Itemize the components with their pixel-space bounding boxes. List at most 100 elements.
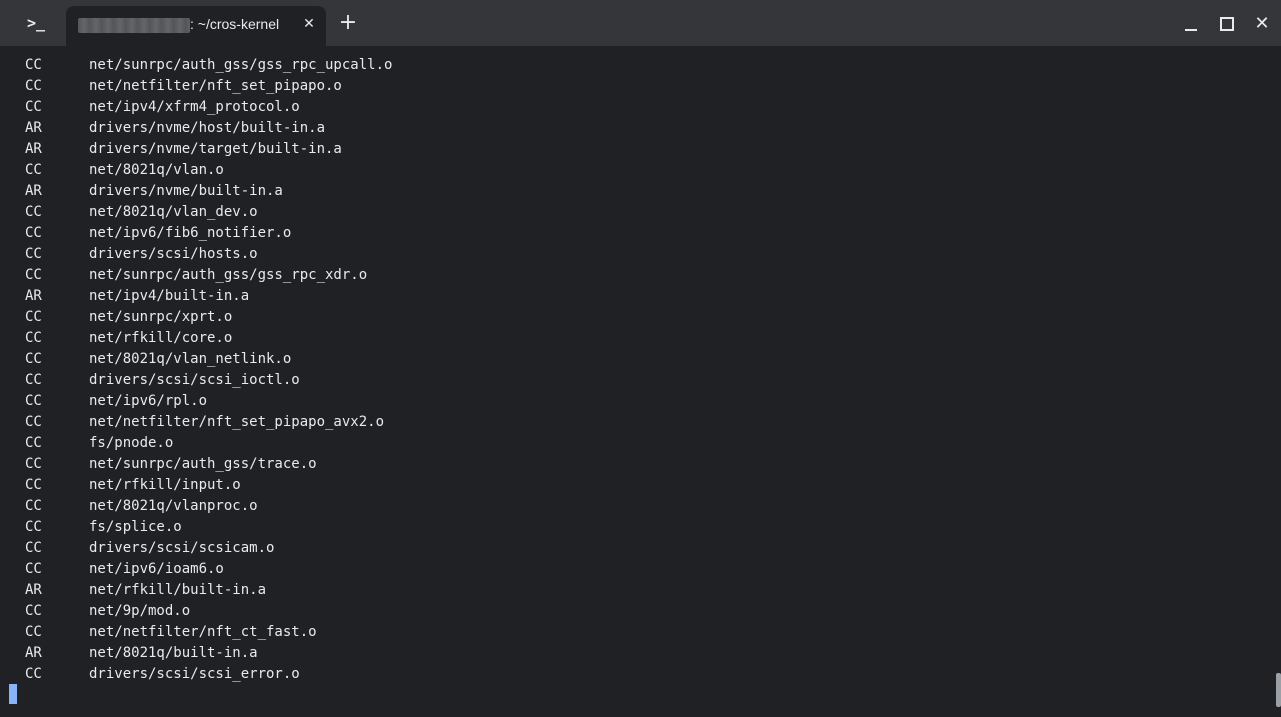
output-line: CC drivers/scsi/scsicam.o [25, 538, 392, 559]
tab-close-icon[interactable]: ✕ [300, 15, 318, 33]
output-line: CC net/rfkill/core.o [25, 328, 392, 349]
output-line: AR net/ipv4/built-in.a [25, 286, 392, 307]
build-path: fs/pnode.o [89, 435, 174, 451]
output-line: CC net/ipv4/xfrm4_protocol.o [25, 97, 392, 118]
terminal-output[interactable]: CC net/sunrpc/auth_gss/gss_rpc_upcall.o CC… [0, 46, 1281, 717]
build-command: CC [25, 267, 42, 283]
build-command: CC [25, 57, 42, 73]
output-line: CC net/netfilter/nft_ct_fast.o [25, 622, 392, 643]
build-command: CC [25, 393, 42, 409]
output-lines: CC net/sunrpc/auth_gss/gss_rpc_upcall.o CC… [25, 55, 392, 685]
tab-title: : ~/cros-kernel [190, 16, 280, 32]
output-line: CC net/sunrpc/auth_gss/gss_rpc_xdr.o [25, 265, 392, 286]
build-path: drivers/nvme/built-in.a [89, 183, 283, 199]
build-command: CC [25, 78, 42, 94]
maximize-icon[interactable] [1214, 12, 1238, 36]
output-line: CC fs/splice.o [25, 517, 392, 538]
build-command: CC [25, 99, 42, 115]
build-command: CC [25, 540, 42, 556]
output-line: CC drivers/scsi/hosts.o [25, 244, 392, 265]
build-command: CC [25, 351, 42, 367]
terminal-app-icon[interactable]: >_ [22, 12, 50, 34]
build-path: drivers/nvme/host/built-in.a [89, 120, 326, 136]
close-window-icon[interactable]: ✕ [1250, 12, 1274, 36]
output-line: AR drivers/nvme/built-in.a [25, 181, 392, 202]
build-path: net/ipv4/built-in.a [89, 288, 250, 304]
output-line: CC fs/pnode.o [25, 433, 392, 454]
build-path: net/rfkill/built-in.a [89, 582, 267, 598]
output-line: CC net/8021q/vlan_dev.o [25, 202, 392, 223]
build-path: net/sunrpc/auth_gss/gss_rpc_upcall.o [89, 57, 393, 73]
output-line: AR net/rfkill/built-in.a [25, 580, 392, 601]
build-command: AR [25, 183, 42, 199]
build-path: net/8021q/vlan_netlink.o [89, 351, 292, 367]
build-path: net/ipv6/fib6_notifier.o [89, 225, 292, 241]
build-command: CC [25, 666, 42, 682]
build-path: drivers/nvme/target/built-in.a [89, 141, 342, 157]
output-line: AR drivers/nvme/target/built-in.a [25, 139, 392, 160]
build-path: net/netfilter/nft_ct_fast.o [89, 624, 317, 640]
build-command: CC [25, 435, 42, 451]
build-command: AR [25, 120, 42, 136]
new-tab-button[interactable]: + [336, 11, 360, 35]
build-command: CC [25, 477, 42, 493]
output-line: CC net/sunrpc/auth_gss/gss_rpc_upcall.o [25, 55, 392, 76]
output-line: CC net/sunrpc/xprt.o [25, 307, 392, 328]
output-line: CC net/8021q/vlan_netlink.o [25, 349, 392, 370]
build-path: drivers/scsi/scsi_ioctl.o [89, 372, 300, 388]
build-path: net/9p/mod.o [89, 603, 191, 619]
build-command: CC [25, 624, 42, 640]
output-line: CC net/netfilter/nft_set_pipapo_avx2.o [25, 412, 392, 433]
build-command: AR [25, 141, 42, 157]
build-path: net/sunrpc/auth_gss/trace.o [89, 456, 317, 472]
redacted-hostname [78, 18, 190, 33]
build-command: CC [25, 225, 42, 241]
build-path: net/ipv4/xfrm4_protocol.o [89, 99, 300, 115]
output-line: CC net/ipv6/ioam6.o [25, 559, 392, 580]
output-line: AR drivers/nvme/host/built-in.a [25, 118, 392, 139]
build-command: CC [25, 204, 42, 220]
build-path: net/rfkill/core.o [89, 330, 233, 346]
build-path: net/8021q/vlan.o [89, 162, 224, 178]
build-command: CC [25, 561, 42, 577]
build-command: CC [25, 456, 42, 472]
output-line: CC net/8021q/vlanproc.o [25, 496, 392, 517]
output-line: CC net/ipv6/fib6_notifier.o [25, 223, 392, 244]
build-command: CC [25, 246, 42, 262]
output-line: CC net/rfkill/input.o [25, 475, 392, 496]
output-line: AR net/8021q/built-in.a [25, 643, 392, 664]
scrollbar-thumb[interactable] [1276, 673, 1281, 707]
output-line: CC drivers/scsi/scsi_ioctl.o [25, 370, 392, 391]
build-path: drivers/scsi/scsi_error.o [89, 666, 300, 682]
build-command: CC [25, 330, 42, 346]
output-line: CC net/9p/mod.o [25, 601, 392, 622]
output-line: CC net/netfilter/nft_set_pipapo.o [25, 76, 392, 97]
build-path: net/8021q/vlanproc.o [89, 498, 258, 514]
build-command: AR [25, 582, 42, 598]
build-command: CC [25, 498, 42, 514]
build-command: CC [25, 372, 42, 388]
build-path: drivers/scsi/hosts.o [89, 246, 258, 262]
output-line: CC drivers/scsi/scsi_error.o [25, 664, 392, 685]
build-command: CC [25, 603, 42, 619]
build-path: net/netfilter/nft_set_pipapo_avx2.o [89, 414, 385, 430]
build-command: CC [25, 309, 42, 325]
title-bar: >_ : ~/cros-kernel ✕ + ✕ [0, 0, 1281, 46]
build-command: CC [25, 519, 42, 535]
build-command: AR [25, 288, 42, 304]
build-path: net/8021q/vlan_dev.o [89, 204, 258, 220]
text-cursor [9, 684, 17, 704]
tab-cros-kernel[interactable]: : ~/cros-kernel ✕ [66, 6, 326, 46]
build-path: net/8021q/built-in.a [89, 645, 258, 661]
build-path: net/netfilter/nft_set_pipapo.o [89, 78, 342, 94]
build-path: net/sunrpc/auth_gss/gss_rpc_xdr.o [89, 267, 368, 283]
output-line: CC net/sunrpc/auth_gss/trace.o [25, 454, 392, 475]
build-path: net/ipv6/ioam6.o [89, 561, 224, 577]
minimize-icon[interactable] [1179, 12, 1203, 36]
build-command: CC [25, 414, 42, 430]
build-command: AR [25, 645, 42, 661]
build-command: CC [25, 162, 42, 178]
output-line: CC net/8021q/vlan.o [25, 160, 392, 181]
build-path: net/ipv6/rpl.o [89, 393, 208, 409]
build-path: net/sunrpc/xprt.o [89, 309, 233, 325]
